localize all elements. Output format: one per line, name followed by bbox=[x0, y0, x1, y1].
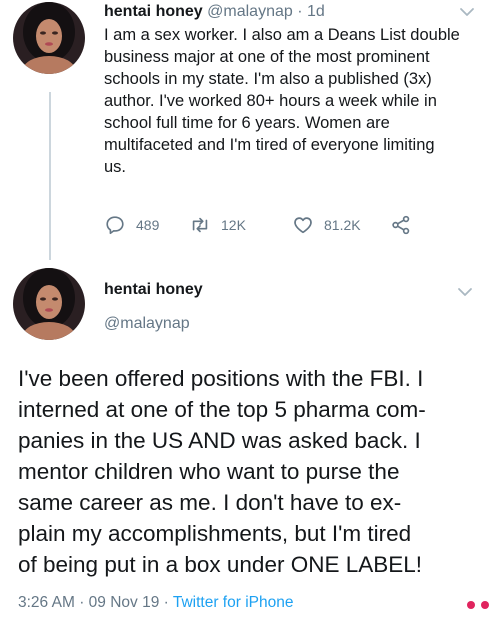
tweet-text-line: plain my accomplishments, but I'm tired bbox=[18, 521, 412, 546]
avatar[interactable] bbox=[13, 268, 85, 340]
tweet-text: I am a sex worker. I also am a Deans Lis… bbox=[104, 24, 476, 178]
user-handle[interactable]: @malaynap bbox=[104, 315, 190, 333]
decorative-dot bbox=[467, 601, 475, 609]
retweet-count: 12K bbox=[221, 217, 246, 233]
tweet-date[interactable]: 09 Nov 19 bbox=[89, 594, 160, 611]
tweet-text-line: multifaceted and I'm tired of everyone l… bbox=[104, 136, 435, 154]
tweet-actions: 489 12K 81.2K bbox=[104, 214, 412, 236]
heart-icon bbox=[294, 217, 312, 234]
separator: · bbox=[79, 594, 85, 611]
reply-button[interactable]: 489 bbox=[104, 214, 189, 236]
like-count: 81.2K bbox=[324, 217, 361, 233]
tweet-text-line: mentor children who want to purse the bbox=[18, 459, 400, 484]
retweet-button[interactable]: 12K bbox=[189, 214, 292, 236]
chevron-down-icon[interactable] bbox=[456, 286, 474, 298]
display-name[interactable]: hentai honey bbox=[104, 3, 203, 20]
thread-connector-line bbox=[49, 92, 51, 260]
avatar[interactable] bbox=[13, 2, 85, 74]
separator: · bbox=[163, 594, 169, 611]
tweet-text-line: interned at one of the top 5 pharma com- bbox=[18, 397, 426, 422]
display-name[interactable]: hentai honey bbox=[104, 281, 203, 299]
tweet-text-line: panies in the US AND was asked back. I bbox=[18, 428, 421, 453]
tweet-text-line: business major at one of the most promin… bbox=[104, 48, 430, 66]
tweet1-header: hentai honey @malaynap · 1d bbox=[104, 2, 325, 22]
tweet-text-line: same career as me. I don't have to ex- bbox=[18, 490, 402, 515]
tweet-time[interactable]: 3:26 AM bbox=[18, 594, 75, 611]
chevron-down-icon[interactable] bbox=[458, 6, 476, 18]
like-button[interactable]: 81.2K bbox=[292, 214, 390, 236]
reply-count: 489 bbox=[136, 217, 160, 233]
retweet-icon bbox=[192, 217, 208, 233]
tweet-timestamp[interactable]: 1d bbox=[307, 3, 325, 20]
tweet-text-line: of being put in a box under ONE LABEL! bbox=[18, 552, 423, 577]
tweet-text-line: schools in my state. I'm also a publishe… bbox=[104, 70, 432, 88]
separator: · bbox=[297, 3, 303, 20]
share-icon bbox=[392, 215, 410, 235]
avatar-photo bbox=[13, 268, 85, 340]
decorative-dot bbox=[481, 601, 489, 609]
tweet-text-line: us. bbox=[104, 158, 127, 176]
tweet-text: I've been offered positions with the FBI… bbox=[18, 363, 482, 580]
tweet-text-line: school full time for 6 years. Women are bbox=[104, 114, 390, 132]
tweet-text-line: I've been offered positions with the FBI… bbox=[18, 366, 424, 391]
share-button[interactable] bbox=[390, 214, 412, 236]
reply-icon bbox=[106, 216, 124, 235]
tweet-text-line: author. I've worked 80+ hours a week whi… bbox=[104, 92, 437, 110]
tweet-text-line: I am a sex worker. I also am a Deans Lis… bbox=[104, 26, 460, 44]
tweet-meta: 3:26 AM · 09 Nov 19 · Twitter for iPhone bbox=[18, 594, 293, 612]
tweet-source-link[interactable]: Twitter for iPhone bbox=[173, 594, 294, 611]
avatar-photo bbox=[13, 2, 85, 74]
user-handle[interactable]: @malaynap bbox=[207, 3, 293, 20]
